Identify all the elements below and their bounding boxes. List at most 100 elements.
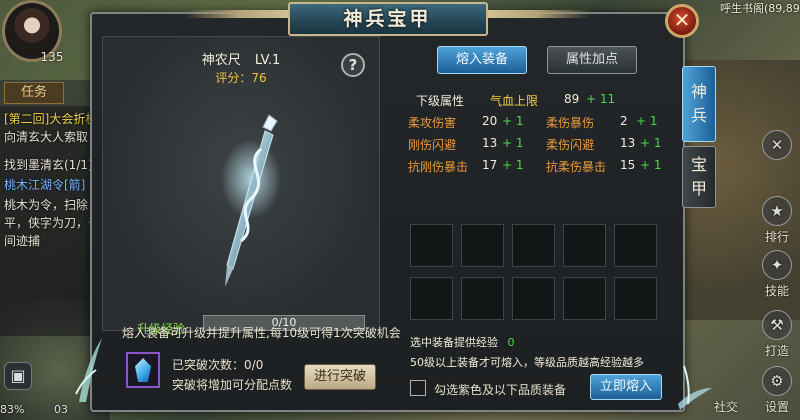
item-name: 神农尺 xyxy=(201,53,241,68)
weapon-display: 神农尺 LV.1 评分：76 ? 升级经验 0/10 xyxy=(102,36,380,336)
equipment-slot[interactable] xyxy=(563,224,606,267)
stat-row-hp: 下级属性 气血上限 89 + 11 xyxy=(416,92,666,112)
quest-line: 平，侠字为刀，于 xyxy=(4,216,101,230)
side-tab-armor-char1: 宝 xyxy=(690,155,707,174)
break-count-label: 已突破次数： xyxy=(172,358,245,372)
stat-row: 抗刚伤暴击 17 + 1 抗柔伤暴击 15 + 1 xyxy=(408,158,668,178)
item-name-line: 神农尺 LV.1 xyxy=(103,49,379,68)
select-purple-label: 勾选紫色及以下品质装备 xyxy=(434,383,567,397)
quest-line: [第二回]大会折梗 xyxy=(4,112,98,126)
stat-gain: + 1 xyxy=(502,158,524,172)
stat-name: 柔伤暴伤 xyxy=(546,116,595,130)
skill-icon: ✦ xyxy=(762,250,792,280)
stat-gain: + 1 xyxy=(502,136,524,150)
quest-line: 找到墨清玄(1/1) xyxy=(4,158,93,172)
close-button[interactable]: ✕ xyxy=(665,4,699,38)
upgrade-hint: 熔入装备可升级并提升属性,每10级可得1次突破机会 xyxy=(122,326,401,340)
leaf-ornament-icon xyxy=(678,365,712,410)
forge-icon: ⚒ xyxy=(762,310,792,340)
break-count-line: 已突破次数：0/0 xyxy=(172,356,263,373)
stat-row: 刚伤闪避 13 + 1 柔伤闪避 13 + 1 xyxy=(408,136,668,156)
skill-button[interactable]: ✦ 技能 xyxy=(758,250,796,299)
settings-icon: ⚙ xyxy=(762,366,792,396)
quest-line: 向清玄大人索取 xyxy=(4,130,89,144)
hp-label: 气血上限 xyxy=(490,94,539,108)
leaf-ornament-icon xyxy=(75,338,102,402)
close-menu-button[interactable]: ✕ xyxy=(758,130,796,162)
social-label: 社交 xyxy=(713,400,738,414)
equipment-slot[interactable] xyxy=(461,224,504,267)
break-hint: 突破将增加可分配点数 xyxy=(172,378,293,392)
settings-button[interactable]: ⚙ 设置 xyxy=(758,366,796,415)
stat-name: 刚伤闪避 xyxy=(408,138,457,152)
ranking-button[interactable]: ★ 排行 xyxy=(758,196,796,245)
player-level: 135 xyxy=(40,50,64,64)
quest-line: 桃木为令，扫除 xyxy=(4,198,89,212)
breakthrough-gem-slot[interactable] xyxy=(126,352,160,388)
quest-tab[interactable]: 任务 xyxy=(4,82,64,104)
close-icon: ✕ xyxy=(762,130,792,160)
tab-smelt-equipment[interactable]: 熔入装备 xyxy=(437,46,527,74)
close-icon: ✕ xyxy=(673,8,691,32)
equipment-slot[interactable] xyxy=(410,224,453,267)
quest-line: 间迹捕 xyxy=(4,234,41,248)
weapon-image xyxy=(221,114,281,287)
smelt-rule-hint: 50级以上装备才可熔入，等级品质越高经验越多 xyxy=(410,356,644,369)
equipment-slot[interactable] xyxy=(614,277,657,320)
stat-value: 2 xyxy=(620,114,628,128)
stat-name: 抗柔伤暴击 xyxy=(546,160,607,174)
side-tab-weapon-char1: 神 xyxy=(690,82,707,101)
item-score-line: 评分：76 xyxy=(103,69,379,86)
equipment-slot[interactable] xyxy=(410,277,453,320)
equipment-slot[interactable] xyxy=(512,224,555,267)
stat-gain: + 1 xyxy=(636,114,658,128)
side-tab-armor-char2: 甲 xyxy=(690,179,707,198)
side-tab-weapon[interactable]: 神 兵 xyxy=(682,66,716,142)
ranking-label: 排行 xyxy=(764,230,789,244)
status-bar: 83% 03 xyxy=(0,403,68,416)
stat-value: 13 xyxy=(482,136,498,150)
quest-line: 桃木江湖令[箭] xyxy=(4,178,86,192)
item-score-label: 评分： xyxy=(215,71,252,85)
equipment-slot[interactable] xyxy=(512,277,555,320)
provide-exp-label: 选中装备提供经验 xyxy=(410,336,498,349)
equipment-slot[interactable] xyxy=(563,277,606,320)
next-level-label: 下级属性 xyxy=(416,94,465,108)
stat-value: 13 xyxy=(620,136,636,150)
forge-button[interactable]: ⚒ 打造 xyxy=(758,310,796,359)
side-tab-weapon-char2: 兵 xyxy=(690,106,707,125)
help-icon[interactable]: ? xyxy=(341,53,365,77)
hp-gain: + 11 xyxy=(586,92,616,106)
panel-title: 神兵宝甲 xyxy=(287,2,488,36)
breakthrough-button[interactable]: 进行突破 xyxy=(304,364,376,390)
stat-value: 20 xyxy=(482,114,498,128)
equipment-slot[interactable] xyxy=(461,277,504,320)
tab-attribute-points[interactable]: 属性加点 xyxy=(547,46,637,74)
side-tab-armor[interactable]: 宝 甲 xyxy=(682,146,716,208)
map-coordinates: 呼生书阁(89,89) xyxy=(720,2,800,15)
smelt-now-button[interactable]: 立即熔入 xyxy=(590,374,662,400)
attribute-pane: 熔入装备 属性加点 下级属性 气血上限 89 + 11 柔攻伤害 20 + 1 … xyxy=(392,36,676,406)
divine-weapon-panel: 神兵宝甲 神农尺 LV.1 评分：76 ? 升级经验 0/10 熔入装备可升级并… xyxy=(75,2,712,412)
stat-gain: + 1 xyxy=(502,114,524,128)
hp-value: 89 xyxy=(564,92,580,106)
provide-exp-line: 选中装备提供经验 0 xyxy=(410,334,515,350)
stat-value: 17 xyxy=(482,158,498,172)
select-purple-checkbox[interactable] xyxy=(410,380,426,396)
ranking-icon: ★ xyxy=(762,196,792,226)
skill-label: 技能 xyxy=(764,284,789,298)
item-score: 76 xyxy=(251,71,267,85)
item-level: LV.1 xyxy=(254,53,281,68)
camera-icon[interactable]: ▣ xyxy=(4,362,32,390)
stat-value: 15 xyxy=(620,158,636,172)
stat-name: 柔伤闪避 xyxy=(546,138,595,152)
gem-icon xyxy=(135,358,151,382)
stat-name: 抗刚伤暴击 xyxy=(408,160,469,174)
forge-label: 打造 xyxy=(764,344,789,358)
status-time: 03 xyxy=(53,403,68,416)
equipment-slot[interactable] xyxy=(614,224,657,267)
stat-name: 柔攻伤害 xyxy=(408,116,457,130)
settings-label: 设置 xyxy=(764,400,789,414)
break-count: 0/0 xyxy=(244,358,264,372)
battery-level: 83% xyxy=(0,403,25,416)
